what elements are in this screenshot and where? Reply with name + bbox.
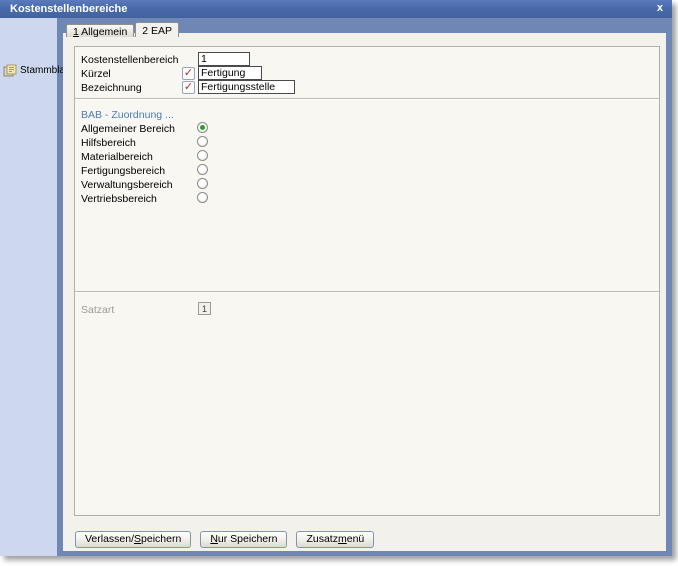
sidebar-item-stammblatt[interactable]: Stammblatt: [3, 64, 71, 77]
main-content: Kostenstellenbereich Kürzel ✓ Bezeichnun…: [63, 33, 666, 551]
radio-label-materialbereich: Materialbereich: [81, 151, 153, 163]
form-panel: Kostenstellenbereich Kürzel ✓ Bezeichnun…: [74, 46, 660, 516]
field-label-kostenstellenbereich: Kostenstellenbereich: [81, 54, 179, 66]
bezeichnung-checkbox[interactable]: ✓: [182, 81, 195, 94]
nur-speichern-button[interactable]: Nur Speichern: [200, 531, 288, 548]
radio-label-verwaltungsbereich: Verwaltungsbereich: [81, 179, 173, 191]
satzart-label: Satzart: [81, 304, 115, 316]
kuerzel-checkbox[interactable]: ✓: [182, 67, 195, 80]
radio-allgemeiner-bereich[interactable]: [197, 122, 208, 133]
app-window: Kostenstellenbereiche x Stammblatt 1 All…: [0, 0, 672, 556]
close-icon[interactable]: x: [657, 0, 663, 17]
window-title: Kostenstellenbereiche: [10, 3, 128, 15]
radio-vertriebsbereich[interactable]: [197, 192, 208, 203]
separator: [75, 291, 659, 293]
separator: [75, 98, 659, 100]
radio-label-vertriebsbereich: Vertriebsbereich: [81, 193, 157, 205]
field-label-kuerzel: Kürzel: [81, 68, 111, 80]
radio-fertigungsbereich[interactable]: [197, 164, 208, 175]
radio-hilfsbereich[interactable]: [197, 136, 208, 147]
sidebar: Stammblatt: [0, 18, 71, 556]
radio-label-fertigungsbereich: Fertigungsbereich: [81, 165, 166, 177]
button-row: Verlassen/Speichern Nur Speichern Zusatz…: [75, 531, 375, 548]
check-icon: ✓: [183, 67, 194, 79]
radio-label-allgemeiner-bereich: Allgemeiner Bereich: [81, 123, 175, 135]
check-icon: ✓: [183, 81, 194, 93]
title-bar: Kostenstellenbereiche x: [0, 0, 672, 18]
radio-verwaltungsbereich[interactable]: [197, 178, 208, 189]
tab-strip: 1 Allgemein 2 EAP: [66, 22, 180, 38]
kostenstellenbereich-input[interactable]: [198, 52, 250, 66]
bab-section-title: BAB - Zuordnung ...: [81, 109, 174, 121]
stammblatt-icon: [3, 64, 17, 77]
satzart-value-box: 1: [198, 302, 211, 315]
zusatzmenu-button[interactable]: Zusatzmenü: [296, 531, 375, 548]
radio-label-hilfsbereich: Hilfsbereich: [81, 137, 136, 149]
verlassen-speichern-button[interactable]: Verlassen/Speichern: [75, 531, 192, 548]
kuerzel-input[interactable]: [198, 66, 262, 80]
field-label-bezeichnung: Bezeichnung: [81, 82, 142, 94]
bezeichnung-input[interactable]: [198, 80, 295, 94]
tab-allgemein[interactable]: 1 Allgemein: [66, 24, 135, 38]
radio-materialbereich[interactable]: [197, 150, 208, 161]
tab-eap[interactable]: 2 EAP: [135, 22, 180, 37]
